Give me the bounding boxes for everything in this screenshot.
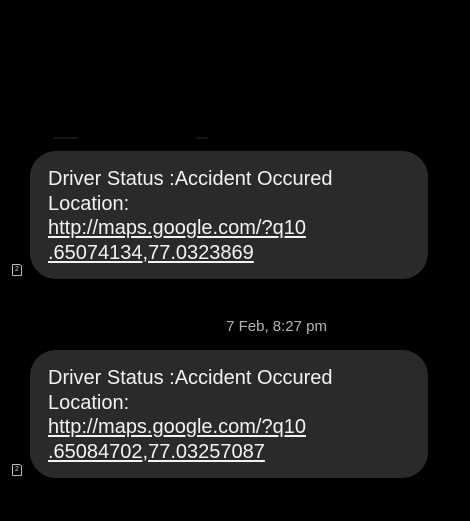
faint-divider xyxy=(54,137,78,139)
message-text-line: Location: xyxy=(48,192,130,215)
sim-card-icon: 2 xyxy=(12,264,22,276)
location-link-line[interactable]: .65074134,77.0323869 xyxy=(48,241,410,266)
message-text-line: Location: xyxy=(48,391,130,414)
location-link-line[interactable]: http://maps.google.com/?q10 xyxy=(48,216,410,241)
location-link-line[interactable]: http://maps.google.com/?q10 xyxy=(48,415,410,440)
sim-card-icon: 2 xyxy=(12,464,22,476)
message-text-line: Driver Status :Accident Occured xyxy=(48,367,333,389)
faint-divider xyxy=(196,137,208,139)
sim-card-label: 2 xyxy=(15,466,19,473)
sim-card-label: 2 xyxy=(15,266,19,273)
message-text-line: Driver Status :Accident Occured xyxy=(48,168,333,190)
message-bubble[interactable]: Driver Status :Accident Occured Location… xyxy=(30,350,428,478)
message-thread: Driver Status :Accident Occured Location… xyxy=(0,0,470,521)
message-timestamp: 7 Feb, 8:27 pm xyxy=(226,318,327,335)
location-link-line[interactable]: .65084702,77.03257087 xyxy=(48,440,410,465)
message-bubble[interactable]: Driver Status :Accident Occured Location… xyxy=(30,151,428,279)
